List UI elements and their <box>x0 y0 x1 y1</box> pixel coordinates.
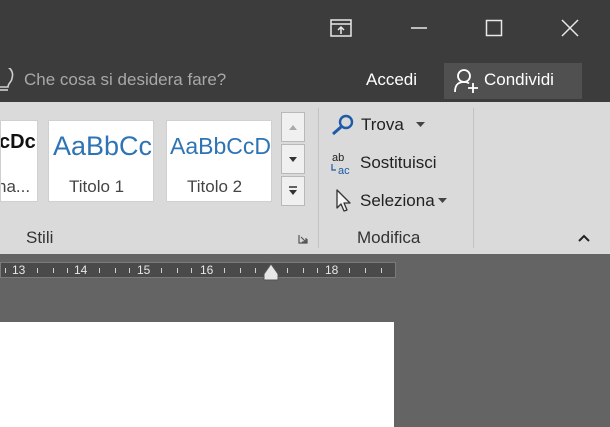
ruler-tick <box>240 268 241 273</box>
sign-in-link[interactable]: Accedi <box>366 70 417 90</box>
ruler-tick <box>255 268 256 273</box>
ruler-tick <box>224 268 225 273</box>
right-indent-marker-icon[interactable] <box>263 262 279 282</box>
minimize-icon <box>411 27 427 29</box>
title-bar <box>0 0 610 60</box>
ruler-tick <box>67 268 68 273</box>
add-person-icon <box>454 69 478 93</box>
style-sample: cDc <box>0 131 36 153</box>
style-name: Titolo 1 <box>69 177 125 196</box>
close-icon <box>561 19 579 37</box>
magnifier-icon <box>332 114 354 136</box>
share-label: Condividi <box>484 70 554 89</box>
svg-text:ac: ac <box>338 165 350 176</box>
ruler-number: 15 <box>137 263 151 277</box>
ribbon: cDc na... AaBbCc Titolo 1 AaBbCcD Titolo… <box>0 102 610 254</box>
style-name: na... <box>0 177 31 196</box>
share-button[interactable]: Condividi <box>444 63 582 99</box>
replace-button[interactable]: ab ac Sostituisci <box>330 148 437 178</box>
replace-label: Sostituisci <box>360 153 437 172</box>
ruler-tick <box>99 268 100 273</box>
ruler-number: 16 <box>200 263 214 277</box>
ruler-tick <box>115 268 116 273</box>
maximize-button[interactable] <box>471 8 517 48</box>
ruler-tick <box>129 268 130 273</box>
ruler-number: 13 <box>12 263 26 277</box>
ruler-tick <box>317 268 318 273</box>
collapse-ribbon-icon[interactable] <box>578 234 590 242</box>
style-sample: AaBbCc <box>53 131 153 161</box>
ruler-tick <box>5 268 6 273</box>
horizontal-ruler[interactable]: 13 14 15 16 18 <box>0 262 396 278</box>
tell-me-input[interactable]: Che cosa si desidera fare? <box>24 70 226 90</box>
chevron-up-icon <box>289 125 297 130</box>
close-button[interactable] <box>547 8 593 48</box>
styles-group-label: Stili <box>26 228 54 247</box>
style-heading-2[interactable]: AaBbCcD Titolo 2 <box>166 120 272 202</box>
styles-scroll-up[interactable] <box>281 112 305 142</box>
more-icon <box>289 186 297 195</box>
svg-text:ab: ab <box>332 152 344 164</box>
select-button[interactable]: Seleziona <box>330 186 447 216</box>
ruler-tick <box>381 268 382 273</box>
style-sample: AaBbCcD <box>170 133 271 159</box>
select-label: Seleziona <box>360 191 435 210</box>
ruler-tick <box>191 268 192 273</box>
group-separator <box>318 108 319 248</box>
tell-me-bar: Che cosa si desidera fare? Accedi Condiv… <box>0 60 610 102</box>
style-normal[interactable]: cDc na... <box>0 120 38 202</box>
dropdown-arrow-icon <box>415 122 425 127</box>
style-heading-1[interactable]: AaBbCc Titolo 1 <box>48 120 154 202</box>
find-button[interactable]: Trova <box>330 110 425 140</box>
style-name: Titolo 2 <box>187 177 243 196</box>
document-page[interactable] <box>0 322 394 427</box>
dialog-launcher-icon[interactable] <box>298 234 308 244</box>
styles-scroll-down[interactable] <box>281 144 305 174</box>
chevron-down-icon <box>289 157 297 162</box>
minimize-button[interactable] <box>396 8 442 48</box>
cursor-icon <box>336 189 351 212</box>
ruler-tick <box>177 268 178 273</box>
ruler-tick <box>37 268 38 273</box>
ruler-number: 14 <box>74 263 88 277</box>
ruler-tick <box>365 268 366 273</box>
find-label: Trova <box>361 115 404 134</box>
ruler-tick <box>303 268 304 273</box>
replace-icon: ab ac <box>331 152 350 176</box>
maximize-icon <box>485 19 503 37</box>
dropdown-arrow-icon <box>437 198 447 203</box>
ruler-tick <box>161 268 162 273</box>
lightbulb-icon <box>0 68 14 91</box>
ruler-tick <box>53 268 54 273</box>
ribbon-display-options-button[interactable] <box>318 8 364 48</box>
ruler-tick <box>349 268 350 273</box>
ribbon-display-icon <box>330 19 352 37</box>
group-separator <box>473 108 474 248</box>
ruler-number: 18 <box>325 263 339 277</box>
edit-group-label: Modifica <box>357 228 421 247</box>
styles-more-button[interactable] <box>281 176 305 206</box>
ruler-tick <box>287 268 288 273</box>
